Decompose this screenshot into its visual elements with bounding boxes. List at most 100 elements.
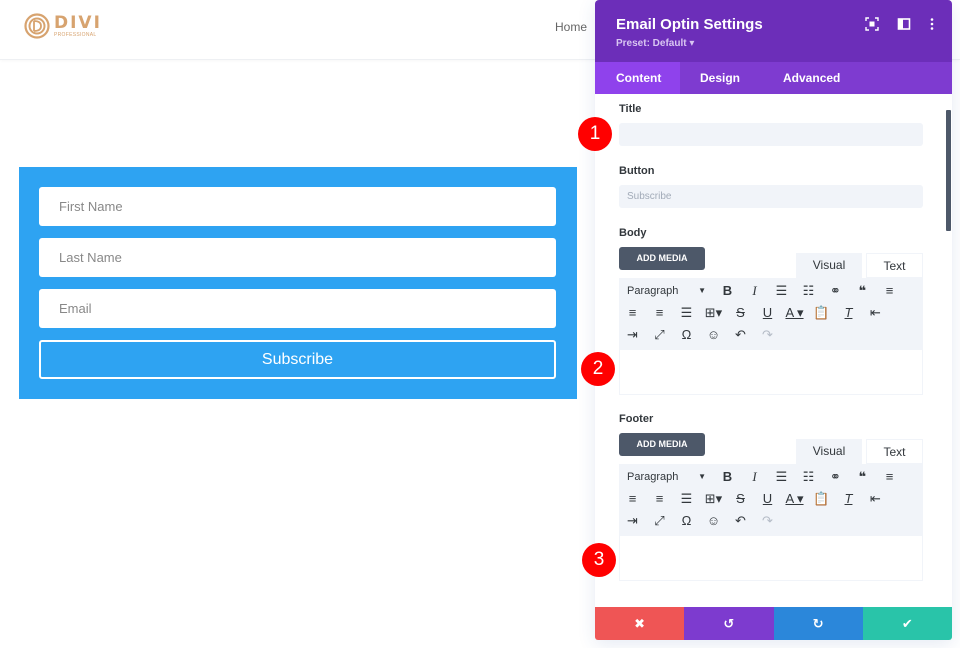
italic-icon[interactable]: I xyxy=(741,280,768,302)
footer-text-tab[interactable]: Text xyxy=(866,439,923,464)
panel-action-bar: ✖ ↺ ↻ ✔ xyxy=(595,607,952,640)
link-icon[interactable]: ⚭ xyxy=(822,466,849,488)
logo-word: DIVI xyxy=(54,12,102,33)
split-view-icon[interactable] xyxy=(897,17,911,31)
footer-editor-area[interactable] xyxy=(619,536,923,581)
format-select[interactable]: Paragraph ▼ xyxy=(619,466,714,488)
paste-text-icon[interactable]: 📋 xyxy=(808,302,835,324)
numbered-list-icon[interactable]: ☷ xyxy=(795,466,822,488)
body-label: Body xyxy=(619,227,647,239)
footer-visual-tab[interactable]: Visual xyxy=(796,439,862,464)
undo-icon[interactable]: ↶ xyxy=(727,510,754,532)
focus-mode-icon[interactable] xyxy=(865,17,879,31)
bullet-list-icon[interactable]: ☰ xyxy=(768,466,795,488)
italic-icon[interactable]: I xyxy=(741,466,768,488)
text-color-icon[interactable]: A ▾ xyxy=(781,488,808,510)
annotation-marker-2: 2 xyxy=(581,352,615,386)
button-text-input[interactable]: Subscribe xyxy=(619,185,923,208)
undo-icon: ↺ xyxy=(723,615,735,631)
redo-icon[interactable]: ↷ xyxy=(754,324,781,346)
settings-panel: Email Optin Settings Preset: Default ▾ C… xyxy=(595,0,952,640)
body-editor-area[interactable] xyxy=(619,350,923,395)
bold-icon[interactable]: B xyxy=(714,280,741,302)
align-justify-icon[interactable]: ☰ xyxy=(673,302,700,324)
outdent-icon[interactable]: ⇤ xyxy=(862,302,889,324)
numbered-list-icon[interactable]: ☷ xyxy=(795,280,822,302)
blockquote-icon[interactable]: ❝ xyxy=(849,280,876,302)
redo-icon: ↻ xyxy=(812,615,824,631)
align-justify-icon[interactable]: ☰ xyxy=(673,488,700,510)
emoji-icon[interactable]: ☺ xyxy=(700,510,727,532)
underline-icon[interactable]: U xyxy=(754,488,781,510)
paste-text-icon[interactable]: 📋 xyxy=(808,488,835,510)
undo-icon[interactable]: ↶ xyxy=(727,324,754,346)
align-center-icon[interactable]: ≡ xyxy=(619,302,646,324)
close-icon: ✖ xyxy=(634,615,646,631)
blockquote-icon[interactable]: ❝ xyxy=(849,466,876,488)
redo-button[interactable]: ↻ xyxy=(773,607,863,640)
check-icon: ✔ xyxy=(901,615,913,631)
scrollbar[interactable] xyxy=(946,110,951,231)
panel-tabs: Content Design Advanced xyxy=(595,62,952,94)
panel-title: Email Optin Settings xyxy=(616,16,763,33)
first-name-input[interactable]: First Name xyxy=(39,187,556,226)
special-char-icon[interactable]: Ω xyxy=(673,324,700,346)
logo-subtitle: PROFESSIONAL xyxy=(54,31,97,38)
logo[interactable]: DIVI PROFESSIONAL xyxy=(24,13,102,39)
title-input[interactable] xyxy=(619,123,923,146)
format-select-value: Paragraph xyxy=(627,471,679,483)
align-center-icon[interactable]: ≡ xyxy=(619,488,646,510)
fullscreen-icon[interactable]: ⤢ xyxy=(646,324,673,346)
outdent-icon[interactable]: ⇤ xyxy=(862,488,889,510)
clear-format-icon[interactable]: T xyxy=(835,302,862,324)
panel-body: Title Button Subscribe Body ADD MEDIA Vi… xyxy=(595,94,952,606)
indent-icon[interactable]: ⇥ xyxy=(619,324,646,346)
email-optin-module: First Name Last Name Email Subscribe xyxy=(19,167,577,399)
chevron-down-icon: ▼ xyxy=(698,286,706,295)
underline-icon[interactable]: U xyxy=(754,302,781,324)
preset-dropdown[interactable]: Preset: Default ▾ xyxy=(616,38,694,49)
annotation-marker-1: 1 xyxy=(578,117,612,151)
redo-icon[interactable]: ↷ xyxy=(754,510,781,532)
footer-toolbar: Paragraph ▼ B I ☰ ☷ ⚭ ❝ ≡ ≡ ≡ ☰ ⊞▾ S U A … xyxy=(619,464,923,536)
tab-advanced[interactable]: Advanced xyxy=(762,62,861,94)
panel-header: Email Optin Settings Preset: Default ▾ xyxy=(595,0,952,62)
tab-content[interactable]: Content xyxy=(595,62,680,94)
format-select[interactable]: Paragraph ▼ xyxy=(619,280,714,302)
cancel-button[interactable]: ✖ xyxy=(595,607,685,640)
bold-icon[interactable]: B xyxy=(714,466,741,488)
body-text-tab[interactable]: Text xyxy=(866,253,923,278)
special-char-icon[interactable]: Ω xyxy=(673,510,700,532)
body-add-media-button[interactable]: ADD MEDIA xyxy=(619,247,705,270)
undo-button[interactable]: ↺ xyxy=(684,607,774,640)
fullscreen-icon[interactable]: ⤢ xyxy=(646,510,673,532)
title-label: Title xyxy=(619,103,642,115)
footer-add-media-button[interactable]: ADD MEDIA xyxy=(619,433,705,456)
save-button[interactable]: ✔ xyxy=(862,607,952,640)
nav-home-link[interactable]: Home xyxy=(555,20,587,34)
align-left-icon[interactable]: ≡ xyxy=(876,280,903,302)
subscribe-button[interactable]: Subscribe xyxy=(39,340,556,379)
align-right-icon[interactable]: ≡ xyxy=(646,302,673,324)
body-toolbar: Paragraph ▼ B I ☰ ☷ ⚭ ❝ ≡ ≡ ≡ ☰ ⊞▾ S U A … xyxy=(619,278,923,350)
email-input[interactable]: Email xyxy=(39,289,556,328)
last-name-input[interactable]: Last Name xyxy=(39,238,556,277)
bullet-list-icon[interactable]: ☰ xyxy=(768,280,795,302)
indent-icon[interactable]: ⇥ xyxy=(619,510,646,532)
link-icon[interactable]: ⚭ xyxy=(822,280,849,302)
strikethrough-icon[interactable]: S xyxy=(727,302,754,324)
emoji-icon[interactable]: ☺ xyxy=(700,324,727,346)
page: DIVI PROFESSIONAL Home First Name Last N… xyxy=(0,0,960,648)
align-right-icon[interactable]: ≡ xyxy=(646,488,673,510)
body-visual-tab[interactable]: Visual xyxy=(796,253,862,278)
table-icon[interactable]: ⊞▾ xyxy=(700,488,727,510)
chevron-down-icon: ▼ xyxy=(698,472,706,481)
strikethrough-icon[interactable]: S xyxy=(727,488,754,510)
clear-format-icon[interactable]: T xyxy=(835,488,862,510)
text-color-icon[interactable]: A ▾ xyxy=(781,302,808,324)
button-label: Button xyxy=(619,165,655,177)
align-left-icon[interactable]: ≡ xyxy=(876,466,903,488)
tab-design[interactable]: Design xyxy=(680,62,762,94)
table-icon[interactable]: ⊞▾ xyxy=(700,302,727,324)
more-options-icon[interactable] xyxy=(925,17,939,31)
